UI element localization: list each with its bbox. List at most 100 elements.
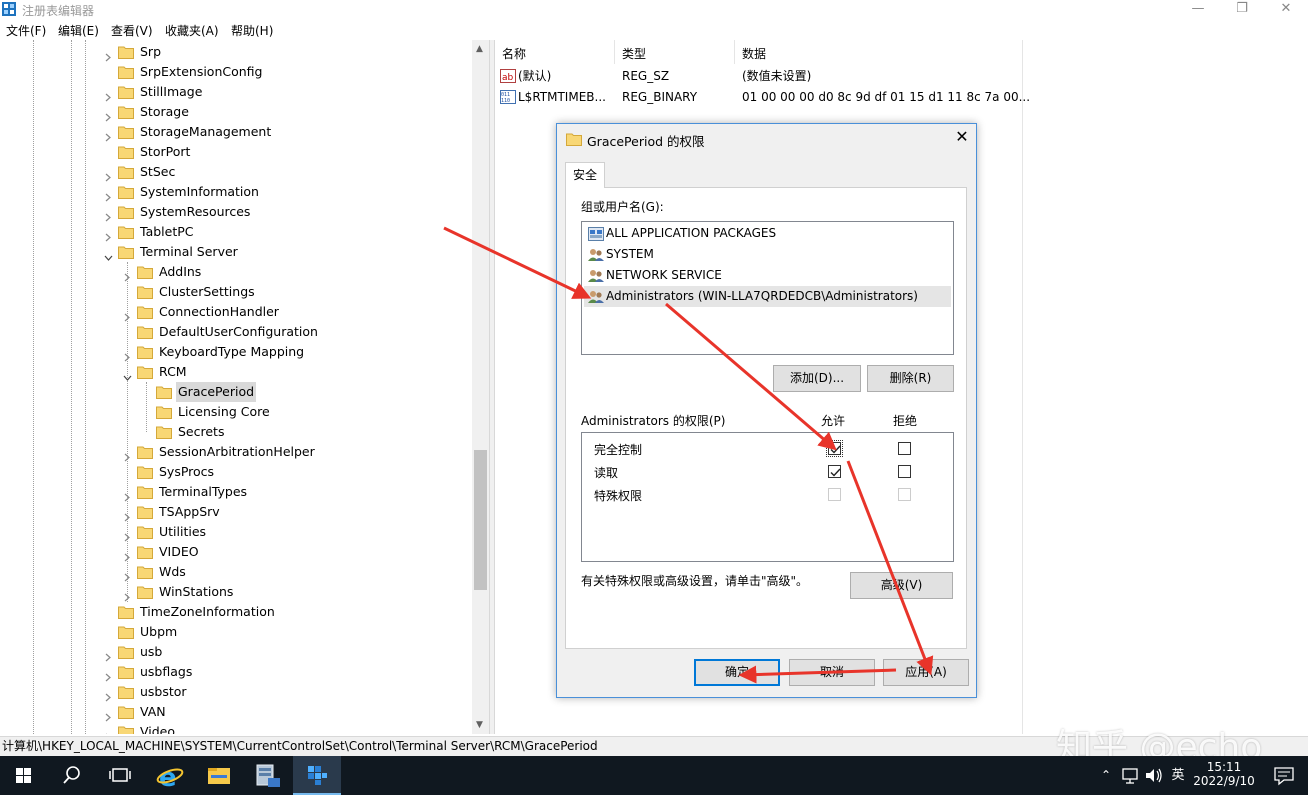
registry-tree[interactable]: Srp SrpExtensionConfig StillImage Storage St… (0, 40, 489, 734)
tree-item-label: Licensing Core (178, 404, 270, 419)
expand-chevron-icon[interactable] (123, 588, 131, 602)
users-listbox[interactable]: ALL APPLICATION PACKAGES SYSTEM NETWORK SE… (581, 221, 954, 355)
expand-chevron-icon[interactable] (123, 528, 131, 542)
expand-chevron-icon[interactable] (104, 168, 112, 182)
scroll-up-icon[interactable]: ▲ (476, 44, 483, 54)
minimize-button[interactable]: — (1176, 0, 1220, 20)
deny-checkbox[interactable] (898, 465, 911, 478)
value-row[interactable]: 011 110 L$RTMTIMEB... REG_BINARY 01 00 0… (495, 87, 1030, 107)
apply-button[interactable]: 应用(A) (883, 659, 969, 686)
expand-chevron-icon[interactable] (104, 88, 112, 102)
expand-chevron-icon[interactable] (104, 688, 112, 702)
user-list-item[interactable]: NETWORK SERVICE (584, 265, 951, 286)
expand-chevron-icon[interactable] (104, 728, 112, 734)
taskbar-clock[interactable]: 15:11 2022/9/10 (1192, 756, 1256, 795)
permissions-list: 完全控制 读取 特殊权限 (581, 432, 954, 562)
expand-chevron-icon[interactable] (123, 308, 131, 322)
menu-favorites[interactable]: 收藏夹(A) (165, 22, 219, 39)
tree-item-label: StSec (140, 164, 176, 179)
tray-chevron-icon[interactable]: ⌃ (1098, 756, 1114, 795)
col-divider[interactable] (614, 40, 615, 64)
tree-item-label: WinStations (159, 584, 234, 599)
start-button[interactable] (0, 756, 48, 795)
menu-edit[interactable]: 编辑(E) (58, 22, 99, 39)
allow-checkbox[interactable] (828, 465, 841, 478)
folder-icon (137, 286, 153, 299)
user-list-item[interactable]: SYSTEM (584, 244, 951, 265)
allow-checkbox[interactable] (826, 440, 843, 457)
menu-bar: 文件(F) 编辑(E) 查看(V) 收藏夹(A) 帮助(H) (0, 20, 1308, 40)
expand-chevron-icon[interactable] (123, 348, 131, 362)
permission-name: 完全控制 (594, 443, 643, 457)
folder-icon (137, 326, 153, 339)
expand-chevron-icon[interactable] (104, 128, 112, 142)
advanced-button[interactable]: 高级(V) (850, 572, 953, 599)
deny-checkbox[interactable] (898, 442, 911, 455)
tray-network[interactable] (1120, 756, 1142, 795)
expand-chevron-icon[interactable] (104, 188, 112, 202)
restore-button[interactable]: ❐ (1220, 0, 1264, 20)
action-center-button[interactable] (1266, 756, 1302, 795)
regedit-app-icon (2, 2, 16, 16)
user-list-item[interactable]: Administrators (WIN-LLA7QRDEDCB\Administ… (584, 286, 951, 307)
dialog-close-button[interactable]: ✕ (950, 127, 974, 149)
folder-icon (137, 526, 153, 539)
allow-header: 允许 (821, 414, 846, 428)
taskbar-ie[interactable]: e (146, 756, 194, 795)
menu-file[interactable]: 文件(F) (6, 22, 46, 39)
expand-chevron-icon[interactable] (123, 488, 131, 502)
expand-chevron-icon[interactable] (123, 448, 131, 462)
col-header-type[interactable]: 类型 (622, 45, 646, 62)
remove-button[interactable]: 删除(R) (867, 365, 954, 392)
tree-item-label: RCM (159, 364, 187, 379)
deny-header: 拒绝 (893, 414, 918, 428)
tray-volume[interactable] (1143, 756, 1165, 795)
expand-chevron-icon[interactable] (123, 268, 131, 282)
scroll-down-icon[interactable]: ▼ (476, 720, 483, 730)
expand-chevron-icon[interactable] (104, 228, 112, 242)
tree-item-label: SysProcs (159, 464, 215, 479)
value-name: L$RTMTIMEB... (518, 90, 606, 104)
taskbar-server-manager[interactable] (244, 756, 292, 795)
user-name: Administrators (WIN-LLA7QRDEDCB\Administ… (606, 289, 918, 303)
svg-text:e: e (159, 763, 177, 793)
menu-view[interactable]: 查看(V) (111, 22, 153, 39)
user-name: ALL APPLICATION PACKAGES (606, 226, 777, 240)
taskbar-regedit[interactable] (293, 756, 341, 795)
expand-chevron-icon[interactable] (104, 708, 112, 722)
folder-icon (118, 186, 134, 199)
col-header-name[interactable]: 名称 (502, 45, 526, 62)
ime-indicator[interactable]: 英 (1166, 756, 1190, 795)
col-header-data[interactable]: 数据 (742, 45, 766, 62)
expand-chevron-icon[interactable] (104, 48, 112, 62)
folder-icon (118, 66, 134, 79)
tree-item-label: SrpExtensionConfig (140, 64, 263, 79)
task-view-button[interactable] (96, 756, 144, 795)
expand-chevron-icon[interactable] (104, 648, 112, 662)
expand-chevron-icon[interactable] (104, 668, 112, 682)
cancel-button[interactable]: 取消 (789, 659, 875, 686)
allow-checkbox (828, 488, 841, 501)
menu-help[interactable]: 帮助(H) (231, 22, 273, 39)
ok-button[interactable]: 确定 (694, 659, 780, 686)
expand-chevron-icon[interactable] (104, 108, 112, 122)
value-row[interactable]: ab (默认) REG_SZ (数值未设置) (495, 66, 1022, 86)
tree-scrollbar[interactable]: ▲ ▼ (472, 40, 489, 734)
collapse-chevron-icon[interactable] (104, 248, 113, 261)
window-close-button[interactable]: ✕ (1264, 0, 1308, 20)
user-group-icon (588, 270, 604, 282)
tree-scroll-thumb[interactable] (474, 450, 487, 590)
tab-security[interactable]: 安全 (565, 162, 605, 188)
collapse-chevron-icon[interactable] (123, 368, 132, 381)
folder-icon (137, 366, 153, 379)
expand-chevron-icon[interactable] (123, 508, 131, 522)
search-button[interactable] (48, 756, 96, 795)
expand-chevron-icon[interactable] (123, 548, 131, 562)
col-divider[interactable] (734, 40, 735, 64)
expand-chevron-icon[interactable] (104, 208, 112, 222)
taskbar-explorer[interactable] (195, 756, 243, 795)
user-list-item[interactable]: ALL APPLICATION PACKAGES (584, 223, 951, 244)
add-button[interactable]: 添加(D)... (773, 365, 861, 392)
permissions-dialog: GracePeriod 的权限 ✕ 安全 组或用户名(G): ALL APPLI… (556, 123, 977, 698)
expand-chevron-icon[interactable] (123, 568, 131, 582)
